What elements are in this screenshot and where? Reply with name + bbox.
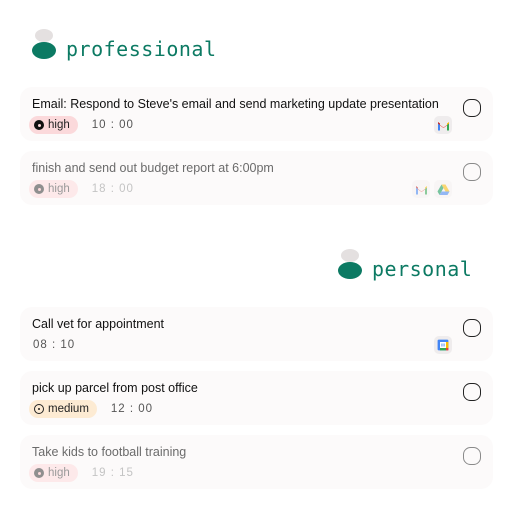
medium-priority-icon [34,404,44,414]
task-list-page: professional Email: Respond to Steve's e… [0,0,512,512]
category-logo-icon [338,249,362,281]
task-time: 10 : 00 [91,119,134,131]
section-header-professional: professional [32,29,217,61]
high-priority-icon [34,120,44,130]
priority-badge: medium [29,400,97,418]
gmail-icon[interactable] [412,180,430,198]
task-title: pick up parcel from post office [32,381,198,395]
task-card[interactable]: Take kids to football training high 19 :… [20,435,493,489]
task-card[interactable]: pick up parcel from post office medium 1… [20,371,493,425]
priority-label: high [48,183,70,195]
task-title: Call vet for appointment [32,317,165,331]
complete-checkbox[interactable] [463,447,481,465]
task-title: Email: Respond to Steve's email and send… [32,97,439,111]
category-logo-icon [32,29,56,61]
priority-label: high [48,119,70,131]
priority-label: high [48,467,70,479]
task-card[interactable]: finish and send out budget report at 6:0… [20,151,493,205]
gmail-icon[interactable] [434,116,452,134]
high-priority-icon [34,184,44,194]
complete-checkbox[interactable] [463,319,481,337]
priority-badge: high [29,116,78,134]
task-time: 08 : 10 [33,339,76,351]
section-title: personal [372,257,473,281]
priority-badge: high [29,464,78,482]
priority-badge: high [29,180,78,198]
linked-apps [434,116,452,134]
task-time: 18 : 00 [91,183,134,195]
task-title: Take kids to football training [32,445,187,459]
high-priority-icon [34,468,44,478]
complete-checkbox[interactable] [463,383,481,401]
google-drive-icon[interactable] [434,180,452,198]
google-calendar-icon[interactable] [434,336,452,354]
task-time: 19 : 15 [91,467,134,479]
complete-checkbox[interactable] [463,99,481,117]
task-time: 12 : 00 [110,403,154,415]
priority-label: medium [48,403,89,415]
task-title: finish and send out budget report at 6:0… [32,161,274,175]
complete-checkbox[interactable] [463,163,481,181]
task-card[interactable]: Email: Respond to Steve's email and send… [20,87,493,141]
linked-apps [412,180,452,198]
section-header-personal: personal [338,249,472,281]
linked-apps [434,336,452,354]
section-title: professional [66,37,217,61]
task-card[interactable]: Call vet for appointment 08 : 10 [20,307,493,361]
